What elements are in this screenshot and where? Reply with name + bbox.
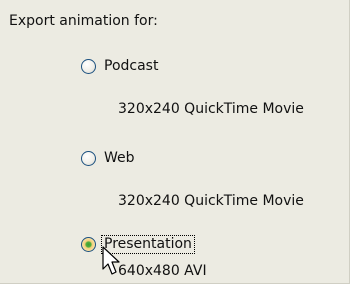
- presentation-radio-button[interactable]: [81, 237, 96, 252]
- export-options-panel: Export animation for: Podcast 320x240 Qu…: [0, 0, 350, 284]
- arrow-pointer-icon: [102, 246, 120, 275]
- export-heading: Export animation for:: [9, 13, 158, 29]
- web-label[interactable]: Web: [102, 150, 137, 167]
- podcast-description: 320x240 QuickTime Movie: [118, 101, 304, 117]
- podcast-radio-button[interactable]: [81, 59, 96, 74]
- web-description: 320x240 QuickTime Movie: [118, 193, 304, 209]
- presentation-description: 640x480 AVI: [118, 263, 207, 279]
- podcast-label[interactable]: Podcast: [102, 58, 160, 75]
- web-radio-button[interactable]: [81, 151, 96, 166]
